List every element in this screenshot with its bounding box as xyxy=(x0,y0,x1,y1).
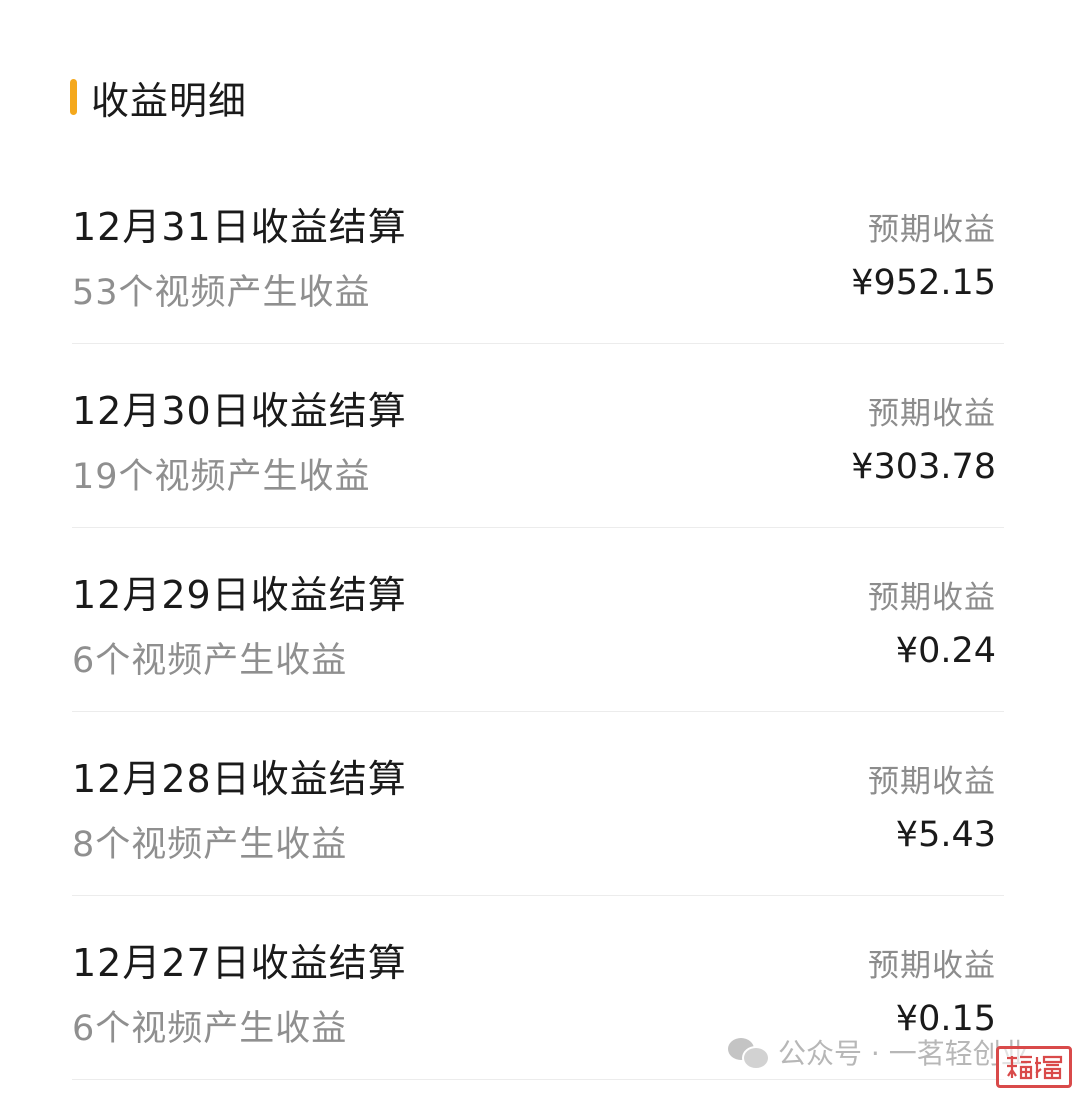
earnings-list: 12月31日收益结算 53个视频产生收益 预期收益 ¥952.15 12月30日… xyxy=(0,160,1080,1080)
seal-stamp-glyphs xyxy=(1007,1055,1063,1080)
expected-earnings: 预期收益 ¥5.43 xyxy=(868,756,996,855)
settlement-date-title: 12月30日收益结算 xyxy=(72,389,407,433)
earnings-row[interactable]: 12月29日收益结算 6个视频产生收益 预期收益 ¥0.24 xyxy=(0,528,1080,712)
seal-stamp xyxy=(996,1046,1072,1088)
expected-earnings-amount: ¥303.78 xyxy=(851,447,996,487)
expected-earnings-label: 预期收益 xyxy=(868,948,996,984)
expected-earnings-label: 预期收益 xyxy=(868,396,996,432)
section-header: 收益明细 xyxy=(70,72,248,123)
earnings-row[interactable]: 12月28日收益结算 8个视频产生收益 预期收益 ¥5.43 xyxy=(0,712,1080,896)
video-count-subtitle: 8个视频产生收益 xyxy=(72,825,348,865)
settlement-date-title: 12月31日收益结算 xyxy=(72,205,407,249)
settlement-date-title: 12月29日收益结算 xyxy=(72,573,407,617)
video-count-subtitle: 19个视频产生收益 xyxy=(72,457,371,497)
divider xyxy=(72,1079,1004,1080)
expected-earnings-amount: ¥952.15 xyxy=(851,263,996,303)
expected-earnings: 预期收益 ¥0.15 xyxy=(868,940,996,1039)
video-count-subtitle: 6个视频产生收益 xyxy=(72,641,348,681)
page-title: 收益明细 xyxy=(91,78,248,123)
video-count-subtitle: 53个视频产生收益 xyxy=(72,273,371,313)
expected-earnings-label: 预期收益 xyxy=(868,580,996,616)
settlement-date-title: 12月27日收益结算 xyxy=(72,941,407,985)
watermark: 公众号 · 一茗轻创业 xyxy=(728,1030,1029,1074)
expected-earnings: 预期收益 ¥0.24 xyxy=(868,572,996,671)
expected-earnings: 预期收益 ¥303.78 xyxy=(851,388,996,487)
watermark-text: 公众号 · 一茗轻创业 xyxy=(778,1037,1029,1070)
earnings-row[interactable]: 12月31日收益结算 53个视频产生收益 预期收益 ¥952.15 xyxy=(0,160,1080,344)
accent-bar xyxy=(70,79,77,115)
expected-earnings-label: 预期收益 xyxy=(868,212,996,248)
wechat-icon xyxy=(728,1036,770,1070)
expected-earnings-amount: ¥0.24 xyxy=(895,631,996,671)
settlement-date-title: 12月28日收益结算 xyxy=(72,757,407,801)
video-count-subtitle: 6个视频产生收益 xyxy=(72,1009,348,1049)
expected-earnings-label: 预期收益 xyxy=(868,764,996,800)
earnings-row[interactable]: 12月30日收益结算 19个视频产生收益 预期收益 ¥303.78 xyxy=(0,344,1080,528)
expected-earnings: 预期收益 ¥952.15 xyxy=(851,204,996,303)
expected-earnings-amount: ¥5.43 xyxy=(895,815,996,855)
